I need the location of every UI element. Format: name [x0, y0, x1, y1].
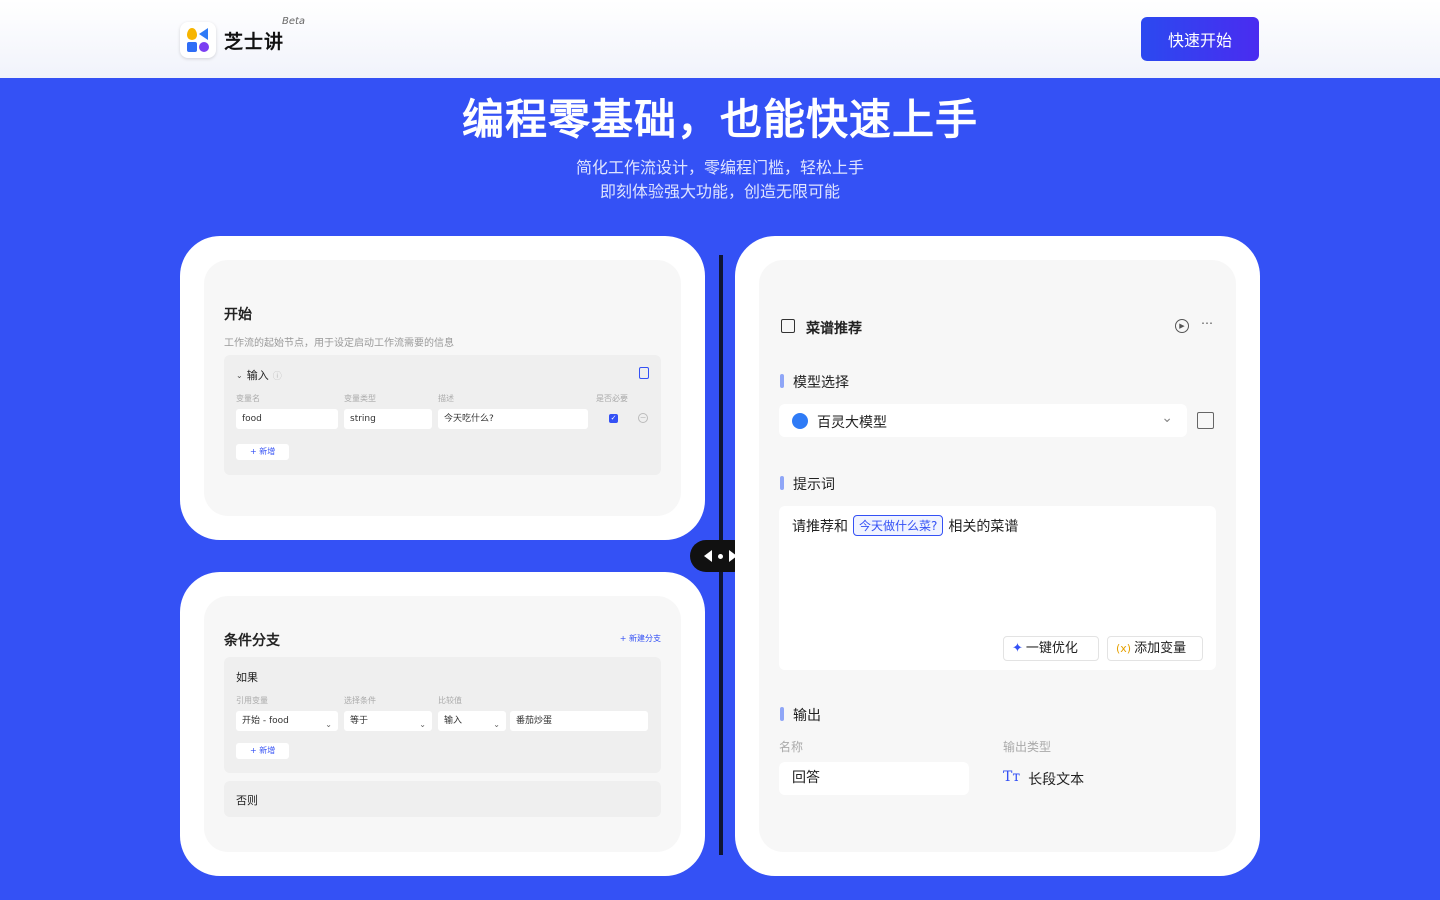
- recipe-node-title: 菜谱推荐: [806, 321, 862, 337]
- condition-node-title: 条件分支: [224, 633, 280, 649]
- prompt-section-label: 提示词: [793, 477, 835, 493]
- output-col-type: 输出类型: [1003, 740, 1052, 754]
- col-desc: 描述: [438, 394, 454, 403]
- model-name: 百灵大模型: [817, 415, 887, 431]
- condition-value: 等于: [350, 716, 369, 726]
- compare-type-select[interactable]: 输入 ⌄: [438, 711, 506, 731]
- prompt-editor[interactable]: 请推荐和 今天做什么菜? 相关的菜谱 ✦ 一键优化 (x) 添加变量: [779, 506, 1216, 670]
- recipe-node-card: 菜谱推荐 ▶ ⋯ 模型选择 百灵大模型 ⌄ 提示词 请推荐和 今天做什么菜? 相…: [735, 236, 1260, 876]
- ref-var-select[interactable]: 开始 - food ⌄: [236, 711, 338, 731]
- prompt-text: 请推荐和 今天做什么菜? 相关的菜谱: [792, 515, 1018, 536]
- compare-value-input[interactable]: 番茄炒蛋: [510, 711, 648, 731]
- var-name-input[interactable]: food: [236, 409, 338, 429]
- section-marker: [780, 707, 784, 721]
- condition-node-panel: 条件分支 + 新建分支 如果 引用变量 选择条件 比较值 开始 - food ⌄…: [204, 596, 681, 852]
- var-desc-input[interactable]: 今天吃什么?: [438, 409, 588, 429]
- if-branch: 如果 引用变量 选择条件 比较值 开始 - food ⌄ 等于 ⌄ 输入 ⌄ 番…: [224, 657, 661, 773]
- input-label: 输入: [246, 369, 269, 382]
- export-icon[interactable]: [639, 367, 649, 379]
- col-var-type: 变量类型: [344, 394, 376, 403]
- output-type-select[interactable]: Tт 长段文本: [1003, 769, 1084, 789]
- output-type-value: 长段文本: [1028, 772, 1085, 788]
- add-input-button[interactable]: + 新增: [236, 444, 290, 460]
- more-icon[interactable]: ⋯: [1201, 316, 1213, 330]
- if-label: 如果: [236, 671, 258, 684]
- section-marker: [780, 374, 784, 388]
- start-node-desc: 工作流的起始节点，用于设定启动工作流需要的信息: [224, 338, 454, 349]
- add-condition-button[interactable]: + 新增: [236, 743, 290, 759]
- prompt-variable-chip[interactable]: 今天做什么菜?: [853, 515, 944, 536]
- model-brand-icon: [792, 413, 808, 429]
- recipe-node-panel: 菜谱推荐 ▶ ⋯ 模型选择 百灵大模型 ⌄ 提示词 请推荐和 今天做什么菜? 相…: [759, 260, 1236, 852]
- var-type-select[interactable]: string: [344, 409, 432, 429]
- remove-icon[interactable]: −: [638, 413, 648, 423]
- hero-subtitle-1: 简化工作流设计，零编程门槛，轻松上手: [575, 158, 864, 177]
- new-branch-button[interactable]: + 新建分支: [620, 633, 661, 644]
- chevron-down-icon: ⌄: [493, 720, 500, 729]
- start-node-panel: 开始 工作流的起始节点，用于设定启动工作流需要的信息 ⌄ 输入 ⓘ 变量名 变量…: [204, 260, 681, 516]
- hero-title: 编程零基础，也能快速上手: [461, 95, 978, 144]
- logo-icon: [180, 22, 216, 58]
- col-var-name: 变量名: [236, 394, 260, 403]
- logo-text: 芝士讲: [224, 30, 285, 53]
- optimize-label: 一键优化: [1025, 641, 1078, 656]
- compare-type-value: 输入: [444, 716, 463, 726]
- model-section-label: 模型选择: [793, 375, 849, 391]
- info-icon: ⓘ: [272, 371, 282, 382]
- beta-badge: Beta: [282, 16, 306, 27]
- output-section-label: 输出: [793, 708, 821, 724]
- add-variable-label: 添加变量: [1134, 641, 1187, 656]
- top-bar: 芝士讲 Beta 快速开始: [0, 0, 1440, 78]
- section-marker: [780, 476, 784, 490]
- condition-select[interactable]: 等于 ⌄: [344, 711, 432, 731]
- prompt-suffix: 相关的菜谱: [948, 518, 1019, 535]
- chevron-down-icon: ⌄: [236, 370, 243, 380]
- col-required: 是否必要: [596, 394, 628, 403]
- col-condition: 选择条件: [344, 696, 376, 705]
- quick-start-button[interactable]: 快速开始: [1141, 17, 1259, 61]
- input-section-header[interactable]: ⌄ 输入 ⓘ: [236, 367, 282, 383]
- cube-icon: [781, 319, 795, 333]
- optimize-button[interactable]: ✦ 一键优化: [1003, 636, 1099, 661]
- add-variable-button[interactable]: (x) 添加变量: [1107, 636, 1203, 661]
- prompt-prefix: 请推荐和: [792, 518, 848, 535]
- start-node-title: 开始: [224, 307, 252, 323]
- output-name-input[interactable]: 回答: [779, 762, 969, 795]
- run-icon[interactable]: ▶: [1175, 319, 1189, 333]
- chevron-down-icon: ⌄: [419, 720, 426, 729]
- chevron-down-icon: ⌄: [325, 720, 332, 729]
- sparkle-icon: ✦: [1012, 641, 1023, 656]
- output-col-name: 名称: [779, 740, 804, 754]
- else-label: 否则: [236, 794, 258, 807]
- col-ref-var: 引用变量: [236, 696, 268, 705]
- else-branch: 否则: [224, 781, 661, 817]
- logo[interactable]: 芝士讲 Beta: [180, 16, 305, 58]
- text-type-icon: Tт: [1003, 769, 1021, 785]
- condition-node-card: 条件分支 + 新建分支 如果 引用变量 选择条件 比较值 开始 - food ⌄…: [180, 572, 705, 876]
- start-node-card: 开始 工作流的起始节点，用于设定启动工作流需要的信息 ⌄ 输入 ⓘ 变量名 变量…: [180, 236, 705, 540]
- col-compare: 比较值: [438, 696, 462, 705]
- required-checkbox[interactable]: ✓: [609, 414, 618, 423]
- hero-subtitle-2: 即刻体验强大功能，创造无限可能: [599, 182, 840, 201]
- arrow-left-icon: [703, 550, 712, 562]
- settings-sliders-icon[interactable]: [1197, 412, 1214, 429]
- chevron-down-icon: ⌄: [1161, 410, 1173, 426]
- dot-icon: [717, 553, 723, 559]
- variable-icon: (x): [1116, 642, 1132, 655]
- model-select[interactable]: 百灵大模型 ⌄: [779, 404, 1187, 437]
- ref-var-value: 开始 - food: [242, 716, 289, 726]
- input-section: ⌄ 输入 ⓘ 变量名 变量类型 描述 是否必要 food string 今天吃什…: [224, 355, 661, 475]
